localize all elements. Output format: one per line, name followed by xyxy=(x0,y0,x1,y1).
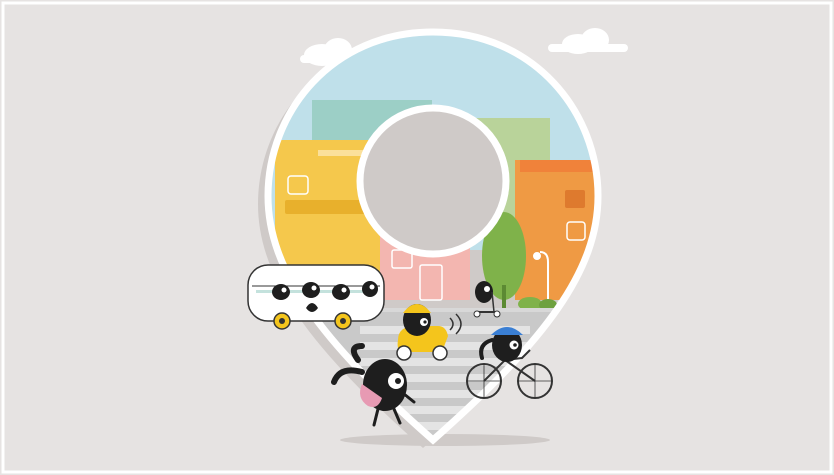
bus-with-passengers xyxy=(247,264,385,330)
building-pink xyxy=(380,220,470,300)
ground-shadow xyxy=(340,434,550,446)
scene-svg xyxy=(0,0,834,475)
illustration-stage xyxy=(0,0,834,475)
